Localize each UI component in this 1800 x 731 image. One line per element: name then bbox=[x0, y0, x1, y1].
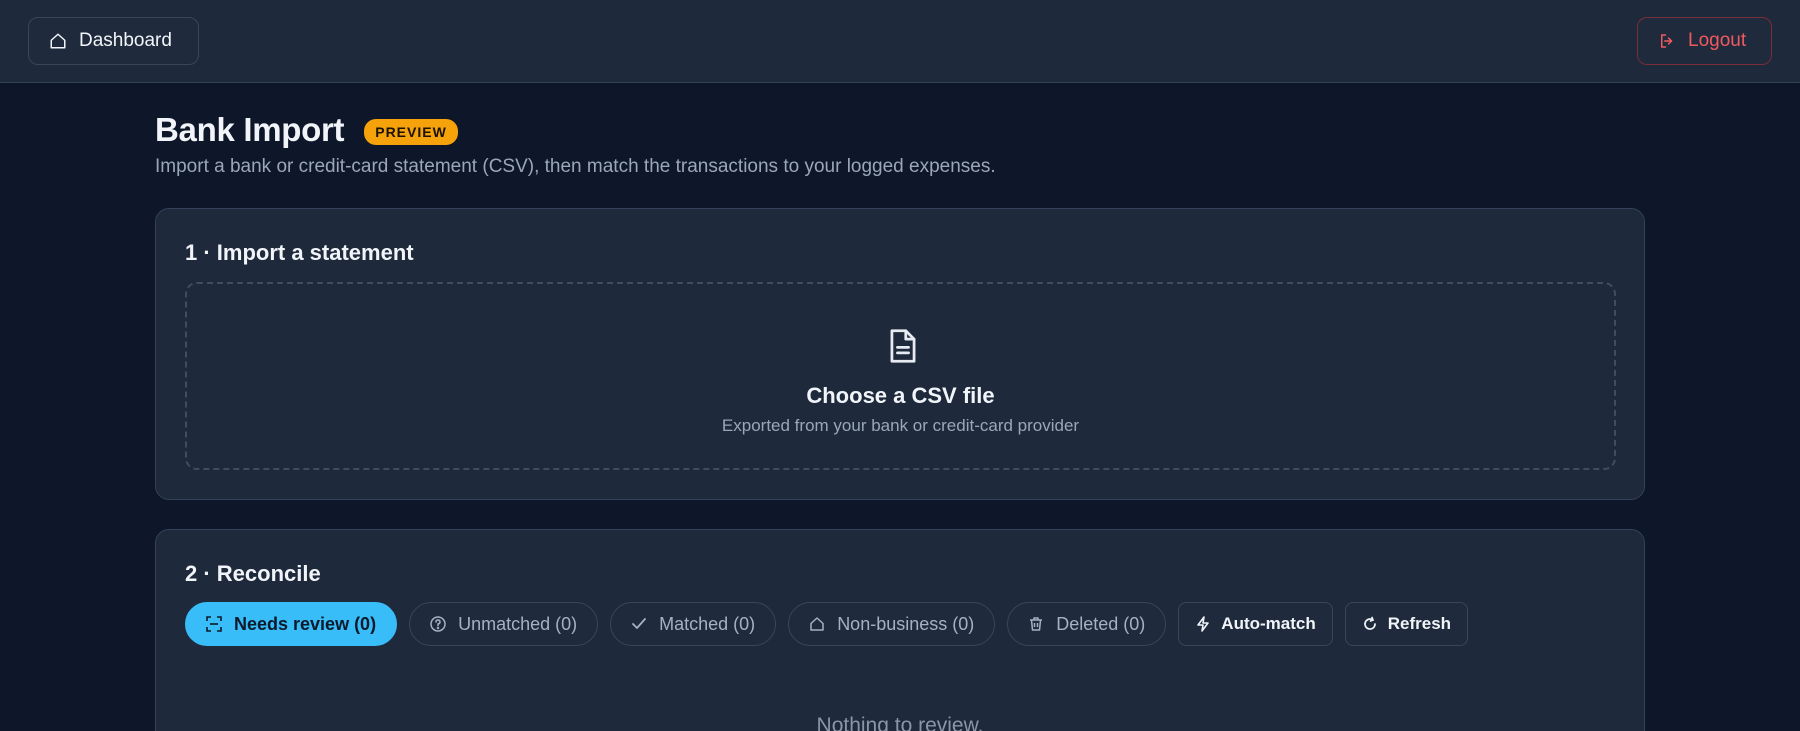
trash-icon bbox=[1030, 617, 1043, 631]
filter-unmatched-label: Unmatched (0) bbox=[458, 613, 578, 634]
file-icon bbox=[890, 329, 916, 363]
home-icon bbox=[810, 617, 824, 631]
page-title-row: Bank Import PREVIEW bbox=[155, 111, 458, 149]
filter-matched-label: Matched (0) bbox=[659, 613, 756, 634]
auto-match-label: Auto-match bbox=[1221, 614, 1316, 633]
reconcile-card-title: 2 · Reconcile bbox=[185, 561, 321, 586]
logout-icon bbox=[1661, 34, 1673, 48]
import-card-title: 1 · Import a statement bbox=[185, 240, 414, 265]
page-subtitle: Import a bank or credit-card statement (… bbox=[155, 156, 996, 177]
filter-bar: Needs review (0) Unmatched (0) Matched (… bbox=[185, 602, 1469, 646]
home-icon bbox=[50, 33, 66, 49]
filter-needs-review[interactable]: Needs review (0) bbox=[185, 602, 398, 646]
dropzone-title: Choose a CSV file bbox=[806, 383, 995, 408]
top-bar: Dashboard Logout bbox=[0, 0, 1800, 83]
filter-deleted-label: Deleted (0) bbox=[1056, 613, 1146, 634]
logout-button-label: Logout bbox=[1688, 30, 1747, 51]
import-card: 1 · Import a statement Choose a CSV file… bbox=[155, 208, 1645, 500]
bolt-icon bbox=[1197, 616, 1210, 632]
page-title: Bank Import bbox=[155, 111, 345, 148]
refresh-button[interactable]: Refresh bbox=[1344, 602, 1469, 646]
logout-button[interactable]: Logout bbox=[1637, 17, 1772, 65]
filter-needs-review-label: Needs review (0) bbox=[234, 613, 377, 634]
preview-badge: PREVIEW bbox=[364, 118, 458, 145]
dashboard-button-label: Dashboard bbox=[79, 30, 172, 51]
empty-state-message: Nothing to review. bbox=[816, 714, 984, 731]
check-icon bbox=[632, 618, 647, 629]
auto-match-button[interactable]: Auto-match bbox=[1178, 602, 1333, 646]
review-icon bbox=[206, 616, 222, 632]
refresh-icon bbox=[1363, 616, 1376, 630]
filter-non-business[interactable]: Non-business (0) bbox=[788, 602, 996, 646]
filter-matched[interactable]: Matched (0) bbox=[610, 602, 777, 646]
question-icon bbox=[430, 616, 446, 632]
filter-non-business-label: Non-business (0) bbox=[837, 613, 975, 634]
reconcile-card: 2 · Reconcile Needs review (0) Unmatched… bbox=[155, 529, 1645, 731]
csv-dropzone[interactable]: Choose a CSV file Exported from your ban… bbox=[185, 282, 1616, 470]
dropzone-subtitle: Exported from your bank or credit-card p… bbox=[721, 416, 1080, 435]
refresh-label: Refresh bbox=[1387, 614, 1452, 633]
dashboard-button[interactable]: Dashboard bbox=[28, 17, 199, 65]
filter-unmatched[interactable]: Unmatched (0) bbox=[409, 602, 599, 646]
filter-deleted[interactable]: Deleted (0) bbox=[1007, 602, 1167, 646]
